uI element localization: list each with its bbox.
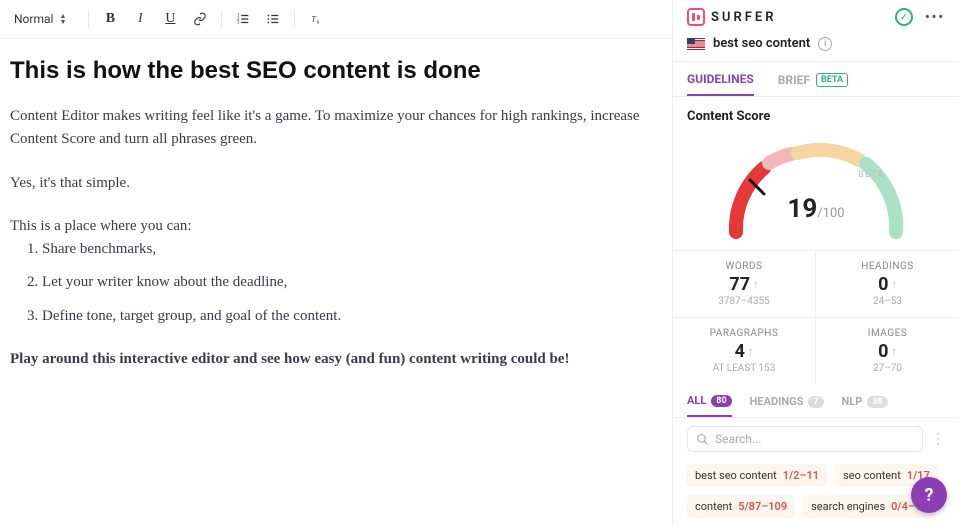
arrow-up-icon: ↑	[753, 278, 759, 291]
count-badge: 7	[808, 396, 823, 408]
ordered-list-icon: 123	[236, 12, 250, 26]
chevron-updown-icon: ▲▼	[59, 13, 66, 25]
term-search-row: Search... ⋮	[673, 418, 959, 460]
main-tabs: GUIDELINES BRIEF BETA	[673, 62, 959, 97]
brand: SURFER	[687, 8, 776, 26]
ordered-list-button[interactable]: 123	[230, 6, 256, 32]
help-button[interactable]: ?	[911, 477, 947, 513]
document-title[interactable]: This is how the best SEO content is done	[10, 57, 662, 85]
stat-words: WORDS 77↑ 3787–4355	[673, 250, 816, 317]
gauge-value: 19/100	[787, 194, 844, 224]
search-placeholder: Search...	[715, 432, 761, 446]
status-ok-icon[interactable]: ✓	[895, 8, 913, 26]
link-icon	[193, 12, 207, 26]
sidebar: SURFER ✓ ••• best seo content i GUIDELIN…	[673, 0, 959, 525]
link-button[interactable]	[187, 6, 213, 32]
brand-name: SURFER	[711, 10, 776, 25]
search-icon	[696, 433, 709, 446]
tab-guidelines[interactable]: GUIDELINES	[687, 72, 754, 96]
sidebar-header: SURFER ✓ •••	[673, 0, 959, 30]
clear-format-icon: Tx	[309, 12, 323, 26]
style-select-label: Normal	[14, 12, 53, 26]
svg-text:3: 3	[238, 20, 241, 25]
underline-button[interactable]: U	[157, 6, 183, 32]
stat-images: IMAGES 0↑ 27–70	[816, 317, 959, 384]
list-item[interactable]: Let your writer know about the deadline,	[42, 271, 662, 294]
arrow-up-icon: ↑	[891, 278, 897, 291]
score-gauge: BETA 19/100	[716, 132, 916, 242]
search-input[interactable]: Search...	[687, 426, 923, 452]
count-badge: 38	[867, 396, 887, 408]
editor-content[interactable]: This is how the best SEO content is done…	[0, 39, 672, 409]
editor-pane: Normal ▲▼ B I U 123 Tx This is how the b…	[0, 0, 673, 525]
arrow-up-icon: ↑	[748, 345, 754, 358]
clear-formatting-button[interactable]: Tx	[303, 6, 329, 32]
stats-grid: WORDS 77↑ 3787–4355 HEADINGS 0↑ 24–53 PA…	[673, 250, 959, 384]
target-keyword: best seo content	[713, 36, 810, 51]
term-tab-nlp[interactable]: NLP 38	[842, 395, 888, 416]
tab-brief[interactable]: BRIEF BETA	[778, 72, 848, 96]
svg-text:x: x	[317, 20, 320, 26]
unordered-list-button[interactable]	[260, 6, 286, 32]
ordered-list[interactable]: Share benchmarks, Let your writer know a…	[42, 238, 662, 328]
paragraph[interactable]: This is a place where you can:	[10, 215, 662, 238]
bold-button[interactable]: B	[97, 6, 123, 32]
arrow-up-icon: ↑	[891, 345, 897, 358]
italic-button[interactable]: I	[127, 6, 153, 32]
beta-badge: BETA	[816, 73, 848, 87]
keyword-row: best seo content i	[673, 30, 959, 62]
us-flag-icon	[687, 38, 705, 50]
paragraph[interactable]: Content Editor makes writing feel like i…	[10, 105, 662, 152]
stat-headings: HEADINGS 0↑ 24–53	[816, 250, 959, 317]
stat-paragraphs: PARAGRAPHS 4↑ AT LEAST 153	[673, 317, 816, 384]
separator	[88, 10, 89, 28]
list-item[interactable]: Share benchmarks,	[42, 238, 662, 261]
paragraph-style-select[interactable]: Normal ▲▼	[8, 10, 72, 28]
separator	[294, 10, 295, 28]
list-item[interactable]: Define tone, target group, and goal of t…	[42, 305, 662, 328]
surfer-logo-icon	[687, 8, 705, 26]
header-actions: ✓ •••	[895, 8, 945, 26]
more-menu-button[interactable]: •••	[925, 10, 945, 25]
term-chip[interactable]: content5/87–109	[687, 495, 795, 518]
paragraph[interactable]: Play around this interactive editor and …	[10, 348, 662, 371]
term-tabs: ALL 80 HEADINGS 7 NLP 38	[673, 384, 959, 418]
gauge-beta-label: BETA	[858, 170, 884, 180]
term-chip[interactable]: best seo content1/2–11	[687, 464, 827, 487]
term-tab-headings[interactable]: HEADINGS 7	[750, 395, 824, 416]
content-score-section: Content Score BETA 19/100	[673, 97, 959, 250]
separator	[221, 10, 222, 28]
sort-button[interactable]: ⋮	[931, 431, 945, 447]
term-tab-all[interactable]: ALL 80	[687, 394, 732, 417]
editor-toolbar: Normal ▲▼ B I U 123 Tx	[0, 0, 672, 39]
unordered-list-icon	[266, 12, 280, 26]
count-badge: 80	[711, 395, 731, 407]
paragraph[interactable]: Yes, it's that simple.	[10, 172, 662, 195]
score-title: Content Score	[687, 109, 945, 124]
info-icon[interactable]: i	[818, 37, 832, 51]
